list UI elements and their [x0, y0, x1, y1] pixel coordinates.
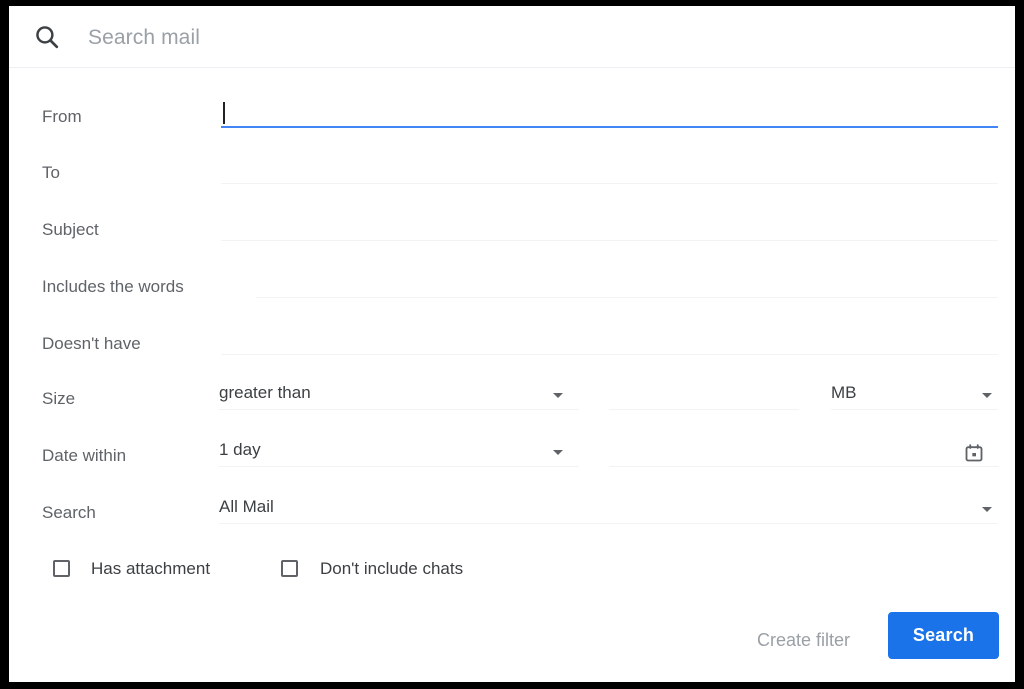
row-to: To: [9, 156, 1015, 218]
date-range-value: 1 day: [219, 440, 261, 459]
chevron-down-icon: [982, 507, 992, 512]
advanced-search-dialog: Search mail From To Subject Includes the: [9, 6, 1015, 682]
screenshot-frame: Search mail From To Subject Includes the: [0, 0, 1024, 689]
includes-words-input[interactable]: [256, 270, 998, 298]
row-size: Size greater than MB: [9, 382, 1015, 444]
has-attachment-label[interactable]: Has attachment: [91, 559, 210, 579]
chevron-down-icon: [553, 393, 563, 398]
checkbox-row: Has attachment Don't include chats: [9, 552, 1015, 592]
search-scope-select[interactable]: All Mail: [219, 496, 998, 524]
dont-include-chats-checkbox[interactable]: [281, 560, 298, 577]
label-to: To: [42, 163, 60, 182]
to-input[interactable]: [221, 156, 998, 184]
size-unit-value: MB: [831, 383, 857, 402]
create-filter-button[interactable]: Create filter: [747, 622, 860, 659]
size-operator-select[interactable]: greater than: [219, 382, 579, 410]
has-attachment-checkbox[interactable]: [53, 560, 70, 577]
search-form: From To Subject Includes the words Doesn…: [9, 68, 1015, 682]
text-cursor: [223, 102, 225, 124]
dont-include-chats-label[interactable]: Don't include chats: [320, 559, 463, 579]
from-input[interactable]: [221, 100, 998, 128]
size-unit-select[interactable]: MB: [831, 382, 998, 410]
label-doesnt-have: Doesn't have: [42, 334, 141, 353]
row-subject: Subject: [9, 213, 1015, 275]
label-from: From: [42, 107, 82, 126]
date-range-select[interactable]: 1 day: [219, 439, 579, 467]
label-includes-words: Includes the words: [42, 277, 184, 296]
row-from: From: [9, 100, 1015, 162]
search-icon: [33, 23, 61, 51]
row-search-scope: Search All Mail: [9, 497, 1015, 558]
row-doesnt-have: Doesn't have: [9, 327, 1015, 389]
date-input[interactable]: [609, 439, 999, 467]
label-size: Size: [42, 389, 76, 408]
search-input-placeholder[interactable]: Search mail: [88, 26, 200, 50]
calendar-icon[interactable]: [964, 443, 984, 463]
dialog-footer: Create filter Search: [9, 608, 1015, 682]
row-date-within: Date within 1 day: [9, 439, 1015, 501]
label-search-scope: Search: [42, 503, 96, 522]
doesnt-have-input[interactable]: [221, 327, 998, 355]
chevron-down-icon: [553, 450, 563, 455]
size-amount-input[interactable]: [609, 382, 799, 410]
label-date-within: Date within: [42, 446, 127, 465]
label-subject: Subject: [42, 220, 99, 239]
search-bar[interactable]: Search mail: [9, 6, 1015, 68]
search-button[interactable]: Search: [888, 612, 999, 659]
chevron-down-icon: [982, 393, 992, 398]
row-includes-words: Includes the words: [9, 270, 1015, 332]
size-operator-value: greater than: [219, 383, 311, 402]
search-scope-value: All Mail: [219, 497, 274, 516]
subject-input[interactable]: [221, 213, 998, 241]
